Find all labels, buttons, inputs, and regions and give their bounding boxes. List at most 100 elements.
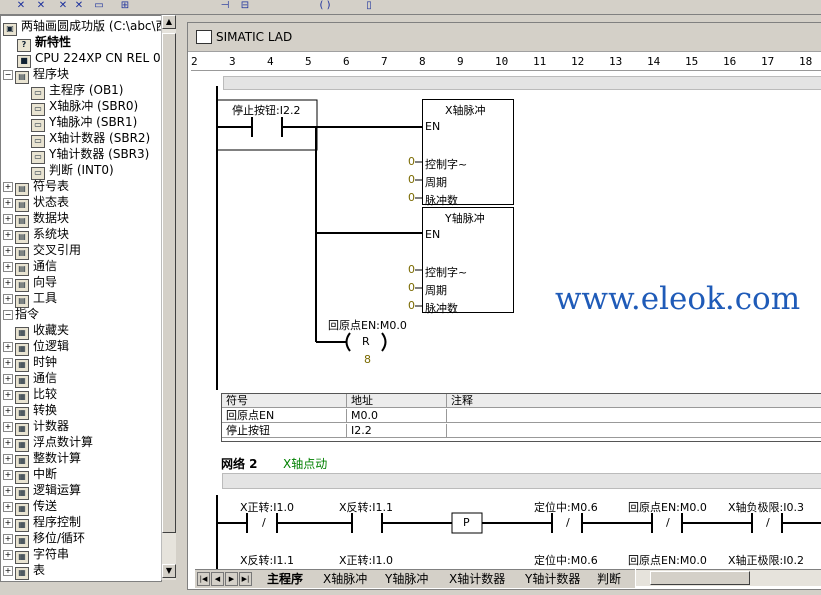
expand-icon[interactable]: + [3,534,13,544]
tree-instruction-item[interactable]: + ▦ 浮点数计算 [3,434,93,452]
stop-contact-label[interactable]: 停止按钮:I2.2 [232,102,300,118]
tree-program-item[interactable]: ▭ X轴计数器 (SBR2) [31,130,150,148]
x-forward-contact-2[interactable]: X正转:I1.0 [339,552,393,568]
tree-new-features[interactable]: ? 新特性 [17,34,71,52]
expand-icon[interactable]: + [3,374,13,384]
expand-icon[interactable]: + [3,454,13,464]
tree-instruction-item[interactable]: + ▦ 比较 [3,386,57,404]
tree-node[interactable]: + ▤ 交叉引用 [3,242,81,260]
expand-icon[interactable]: + [3,502,13,512]
tool-icon-6[interactable]: ⊞ [118,0,132,11]
network2-comment-bar[interactable] [222,473,821,489]
pin-value[interactable]: 0 [408,281,415,294]
tool-icon-5[interactable]: ▭ [92,0,106,11]
positioning-contact[interactable]: 定位中:M0.6 [534,499,598,515]
expand-icon[interactable]: + [3,550,13,560]
expand-icon[interactable]: + [3,406,13,416]
expand-icon[interactable]: + [3,438,13,448]
collapse-icon[interactable]: − [3,310,13,320]
tab-y-counter[interactable]: Y轴计数器 [525,571,580,587]
tree-instruction-item[interactable]: + ▦ 程序控制 [3,514,81,532]
box-icon[interactable]: ▯ [362,0,376,11]
tree-program-item[interactable]: ▭ Y轴计数器 (SBR3) [31,146,149,164]
box-tool-icon[interactable]: ⊟ [238,0,252,11]
tree-node[interactable]: + ▤ 向导 [3,274,57,292]
expand-icon[interactable]: + [3,198,13,208]
expand-icon[interactable]: + [3,518,13,528]
tab-x-pulse[interactable]: X轴脉冲 [323,571,367,587]
tree-instruction-item[interactable]: + ▦ 通信 [3,370,57,388]
tree-instruction-item[interactable]: + ▦ 字符串 [3,546,69,564]
y-pulse-box[interactable]: Y轴脉冲 EN 控制字~ 周期 脉冲数 [422,207,514,315]
expand-icon[interactable]: + [3,486,13,496]
x-reverse-contact[interactable]: X反转:I1.1 [339,499,393,515]
tree-node[interactable]: + ▤ 系统块 [3,226,69,244]
scroll-down-icon[interactable]: ▼ [162,564,176,578]
tool-icon-3[interactable]: ✕ [56,0,70,11]
contact-tool-icon[interactable]: ⊣ [218,0,232,11]
tree-instruction-item[interactable]: + ▦ 整数计算 [3,450,81,468]
tab-main[interactable]: 主程序 [267,571,303,587]
positioning-contact-2[interactable]: 定位中:M0.6 [534,552,598,568]
tree-instruction-item[interactable]: + ▦ 计数器 [3,418,69,436]
tab-x-counter[interactable]: X轴计数器 [449,571,505,587]
expand-icon[interactable]: + [3,182,13,192]
expand-icon[interactable]: + [3,342,13,352]
tree-instruction-item[interactable]: + ▦ 位逻辑 [3,338,69,356]
reset-coil[interactable]: R [362,335,370,348]
tree-instruction-item[interactable]: + ▦ 传送 [3,498,57,516]
tree-program-block[interactable]: − ▤ 程序块 [3,66,69,84]
tree-node[interactable]: + ▤ 状态表 [3,194,69,212]
network2-comment[interactable]: X轴点动 [283,455,327,472]
tab-prev-icon[interactable]: ◀ [211,572,224,586]
expand-icon[interactable]: + [3,230,13,240]
x-neg-limit-contact[interactable]: X轴负极限:I0.3 [728,499,804,515]
tree-program-item[interactable]: ▭ Y轴脉冲 (SBR1) [31,114,137,132]
scroll-thumb[interactable] [162,33,176,533]
pin-value[interactable]: 0 [408,299,415,312]
pin-value[interactable]: 0 [408,191,415,204]
tab-interrupt[interactable]: 判断 [597,571,621,587]
tree-instruction-item[interactable]: + ▦ 移位/循环 [3,530,85,548]
tree-node[interactable]: + ▤ 数据块 [3,210,69,228]
expand-icon[interactable]: + [3,470,13,480]
tree-instruction-item[interactable]: + ▦ 中断 [3,466,57,484]
home-enable-contact-2[interactable]: 回原点EN:M0.0 [628,552,707,568]
tree-node[interactable]: + ▤ 通信 [3,258,57,276]
reset-count[interactable]: 8 [364,353,371,366]
tool-icon-4[interactable]: ✕ [72,0,86,11]
expand-icon[interactable]: + [3,278,13,288]
tab-first-icon[interactable]: |◀ [197,572,210,586]
tree-program-item[interactable]: ▭ 主程序 (OB1) [31,82,124,100]
expand-icon[interactable]: + [3,294,13,304]
reset-coil-label[interactable]: 回原点EN:M0.0 [328,317,407,333]
tool-icon-1[interactable]: ✕ [14,0,28,11]
tree-instructions[interactable]: − 指令 [3,306,39,322]
expand-icon[interactable]: + [3,214,13,224]
collapse-icon[interactable]: − [3,70,13,80]
expand-icon[interactable]: + [3,390,13,400]
tree-node[interactable]: + ▤ 工具 [3,290,57,308]
x-reverse-contact-2[interactable]: X反转:I1.1 [240,552,294,568]
expand-icon[interactable]: + [3,246,13,256]
editor-hscrollbar[interactable] [636,569,821,586]
tree-scrollbar[interactable]: ▲ ▼ [161,15,176,580]
tool-icon-2[interactable]: ✕ [34,0,48,11]
expand-icon[interactable]: + [3,358,13,368]
pin-value[interactable]: 0 [408,155,415,168]
hscroll-thumb[interactable] [650,571,750,585]
tree-project[interactable]: ▣ 两轴画圆成功版 (C:\abc\西 [3,18,161,36]
scroll-up-icon[interactable]: ▲ [162,15,176,29]
home-enable-contact[interactable]: 回原点EN:M0.0 [628,499,707,515]
tree-node[interactable]: + ▤ 符号表 [3,178,69,196]
tree-instruction-item[interactable]: + ▦ 转换 [3,402,57,420]
tree-instruction-item[interactable]: + ▦ 时钟 [3,354,57,372]
tree-program-item[interactable]: ▭ X轴脉冲 (SBR0) [31,98,138,116]
expand-icon[interactable]: + [3,422,13,432]
pin-value[interactable]: 0 [408,263,415,276]
tab-last-icon[interactable]: ▶| [239,572,252,586]
pin-value[interactable]: 0 [408,173,415,186]
x-pos-limit-contact[interactable]: X轴正极限:I0.2 [728,552,804,568]
p-edge-contact[interactable]: P [463,516,470,529]
tree-instruction-item[interactable]: + ▦ 逻辑运算 [3,482,81,500]
